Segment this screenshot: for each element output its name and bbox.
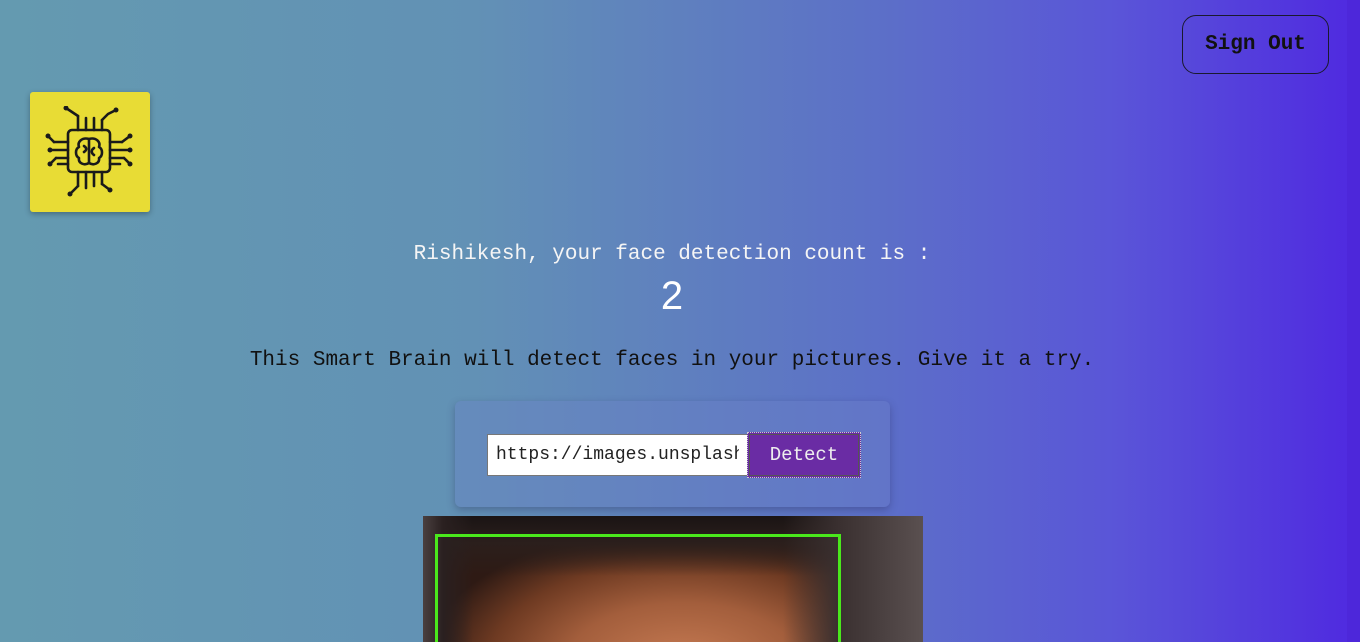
logo	[30, 92, 150, 212]
detection-count: 2	[660, 274, 684, 318]
image-link-form: Detect	[455, 401, 890, 507]
scrollbar-edge[interactable]	[1347, 0, 1360, 642]
brain-chip-icon	[45, 106, 133, 197]
image-url-input[interactable]	[487, 434, 748, 476]
face-bounding-box	[435, 534, 841, 642]
sign-out-button[interactable]: Sign Out	[1182, 15, 1329, 74]
rank-message: Rishikesh, your face detection count is …	[413, 243, 931, 266]
detect-button[interactable]: Detect	[747, 432, 861, 478]
intro-tagline: This Smart Brain will detect faces in yo…	[249, 349, 1095, 372]
input-photo	[423, 516, 923, 642]
